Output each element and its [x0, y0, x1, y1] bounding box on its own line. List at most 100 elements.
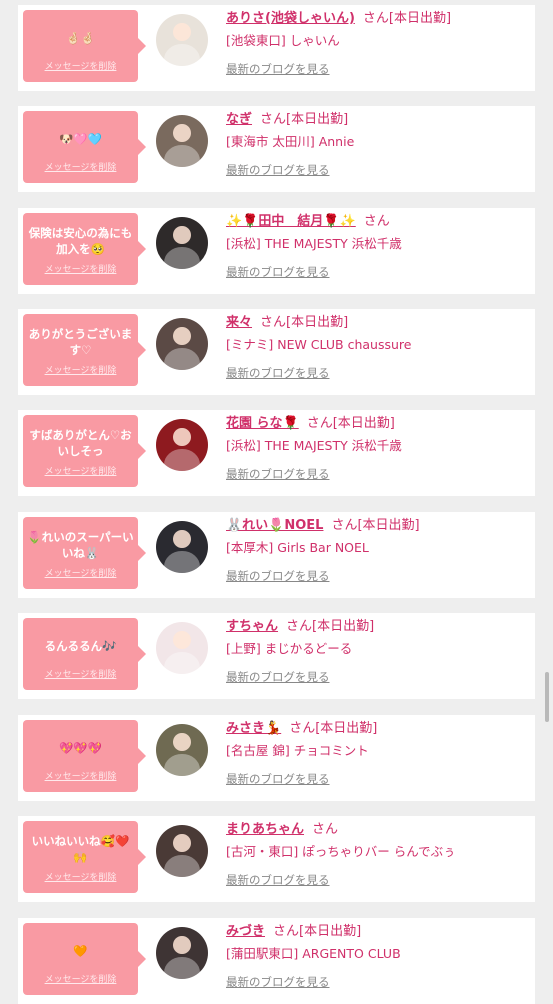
cast-name-link[interactable]: みさき💃	[226, 721, 281, 736]
name-line: ありさ(池袋しゃいん) さん[本日出勤]	[226, 10, 527, 28]
shop-name: [浜松] THE MAJESTY 浜松千歳	[226, 438, 402, 453]
latest-blog-link[interactable]: 最新のブログを見る	[226, 466, 330, 482]
message-text: 🧡	[73, 944, 88, 958]
favorite-card: 🌷れいのスーパーいいね🐰 メッセージを削除 🐰れい🌷NOEL さん[本日出勤] [本厚木…	[18, 512, 535, 598]
latest-blog-link[interactable]: 最新のブログを見る	[226, 61, 330, 77]
name-line: 🐰れい🌷NOEL さん[本日出勤]	[226, 517, 527, 535]
latest-blog-link[interactable]: 最新のブログを見る	[226, 264, 330, 280]
cast-info: ありさ(池袋しゃいん) さん[本日出勤] [池袋東口] しゃいん 最新のブログを見る	[226, 10, 527, 77]
message-bubble: 🤞🏻🤞🏻 メッセージを削除	[23, 10, 146, 82]
name-line: 来々 さん[本日出勤]	[226, 314, 527, 332]
latest-blog-link[interactable]: 最新のブログを見る	[226, 872, 330, 888]
favorite-card: ありがとうございます♡ メッセージを削除 来々 さん[本日出勤] [ミナミ] NEW C…	[18, 309, 535, 395]
avatar[interactable]	[156, 724, 208, 776]
honorific-status: さん[本日出勤]	[331, 518, 420, 533]
cast-name-link[interactable]: みづき	[226, 924, 265, 939]
cast-name-link[interactable]: まりあちゃん	[226, 822, 304, 837]
scrollbar-thumb[interactable]	[545, 672, 549, 722]
shop-name: [東海市 太田川] Annie	[226, 134, 355, 149]
cast-info: みさき💃 さん[本日出勤] [名古屋 錦] チョコミント 最新のブログを見る	[226, 720, 527, 787]
shop-name: [ミナミ] NEW CLUB chaussure	[226, 337, 412, 352]
favorite-card: 🐶🩷🩵 メッセージを削除 なぎ さん[本日出勤] [東海市 太田川] Annie 最新のブ…	[18, 106, 535, 192]
honorific-status: さん[本日出勤]	[286, 619, 375, 634]
shop-name: [名古屋 錦] チョコミント	[226, 743, 369, 758]
cast-info: ✨🌹田中 結月🌹✨ さん [浜松] THE MAJESTY 浜松千歳 最新のブログを見…	[226, 213, 527, 280]
delete-message-link[interactable]: メッセージを削除	[23, 160, 138, 173]
name-line: みさき💃 さん[本日出勤]	[226, 720, 527, 738]
cast-name-link[interactable]: 🐰れい🌷NOEL	[226, 518, 323, 533]
name-line: すちゃん さん[本日出勤]	[226, 618, 527, 636]
cast-name-link[interactable]: すちゃん	[226, 619, 278, 634]
delete-message-link[interactable]: メッセージを削除	[23, 363, 138, 376]
favorite-card: 保険は安心の為にも加入を🥺 メッセージを削除 ✨🌹田中 結月🌹✨ さん [浜松] THE…	[18, 208, 535, 294]
honorific-status: さん[本日出勤]	[362, 11, 452, 26]
avatar[interactable]	[156, 14, 208, 66]
shop-name: [蒲田駅東口] ARGENTO CLUB	[226, 946, 401, 961]
avatar[interactable]	[156, 115, 208, 167]
cast-name-link[interactable]: 花園 らな🌹	[226, 416, 299, 431]
honorific-status: さん[本日出勤]	[306, 416, 395, 431]
delete-message-link[interactable]: メッセージを削除	[23, 566, 138, 579]
cast-name-link[interactable]: ✨🌹田中 結月🌹✨	[226, 214, 356, 229]
shop-name: [上野] まじかるどーる	[226, 641, 353, 656]
name-line: まりあちゃん さん	[226, 821, 527, 839]
latest-blog-link[interactable]: 最新のブログを見る	[226, 771, 330, 787]
message-bubble: 保険は安心の為にも加入を🥺 メッセージを削除	[23, 213, 146, 285]
cast-info: 来々 さん[本日出勤] [ミナミ] NEW CLUB chaussure 最新のブログ…	[226, 314, 527, 381]
honorific-status: さん[本日出勤]	[273, 924, 362, 939]
favorite-card: 💖💖💖 メッセージを削除 みさき💃 さん[本日出勤] [名古屋 錦] チョコミント 最新の…	[18, 715, 535, 801]
message-text: すばありがとん♡おいしそっ	[29, 428, 132, 458]
latest-blog-link[interactable]: 最新のブログを見る	[226, 365, 330, 381]
delete-message-link[interactable]: メッセージを削除	[23, 59, 138, 72]
message-text: 💖💖💖	[59, 741, 102, 755]
honorific-status: さん	[312, 822, 339, 837]
delete-message-link[interactable]: メッセージを削除	[23, 262, 138, 275]
cast-name-link[interactable]: ありさ(池袋しゃいん)	[226, 11, 355, 26]
cast-info: まりあちゃん さん [古河・東口] ぽっちゃりバー らんでぶぅ 最新のブログを見る	[226, 821, 527, 888]
delete-message-link[interactable]: メッセージを削除	[23, 769, 138, 782]
favorite-card: いいねいいね🥰❤️🙌 メッセージを削除 まりあちゃん さん [古河・東口] ぽっちゃりバ…	[18, 816, 535, 902]
favorite-card: 🤞🏻🤞🏻 メッセージを削除 ありさ(池袋しゃいん) さん[本日出勤] [池袋東口] しゃ…	[18, 5, 535, 91]
cast-info: 花園 らな🌹 さん[本日出勤] [浜松] THE MAJESTY 浜松千歳 最新のブロ…	[226, 415, 527, 482]
avatar[interactable]	[156, 927, 208, 979]
latest-blog-link[interactable]: 最新のブログを見る	[226, 162, 330, 178]
shop-name: [本厚木] Girls Bar NOEL	[226, 540, 369, 555]
name-line: なぎ さん[本日出勤]	[226, 111, 527, 129]
message-text: 🐶🩷🩵	[59, 132, 102, 146]
favorites-list: 🤞🏻🤞🏻 メッセージを削除 ありさ(池袋しゃいん) さん[本日出勤] [池袋東口] しゃ…	[0, 0, 553, 1004]
honorific-status: さん[本日出勤]	[260, 112, 349, 127]
latest-blog-link[interactable]: 最新のブログを見る	[226, 669, 330, 685]
message-text: 🌷れいのスーパーいいね🐰	[27, 530, 134, 560]
name-line: 花園 らな🌹 さん[本日出勤]	[226, 415, 527, 433]
message-bubble: いいねいいね🥰❤️🙌 メッセージを削除	[23, 821, 146, 893]
message-bubble: 💖💖💖 メッセージを削除	[23, 720, 146, 792]
avatar[interactable]	[156, 318, 208, 370]
cast-name-link[interactable]: なぎ	[226, 112, 252, 127]
cast-info: 🐰れい🌷NOEL さん[本日出勤] [本厚木] Girls Bar NOEL 最新のブ…	[226, 517, 527, 584]
delete-message-link[interactable]: メッセージを削除	[23, 972, 138, 985]
honorific-status: さん[本日出勤]	[289, 721, 378, 736]
delete-message-link[interactable]: メッセージを削除	[23, 464, 138, 477]
message-text: いいねいいね🥰❤️🙌	[31, 834, 130, 864]
honorific-status: さん[本日出勤]	[260, 315, 349, 330]
avatar[interactable]	[156, 419, 208, 471]
message-bubble: 🧡 メッセージを削除	[23, 923, 146, 995]
avatar[interactable]	[156, 521, 208, 573]
shop-name: [池袋東口] しゃいん	[226, 33, 340, 48]
message-text: 🤞🏻🤞🏻	[66, 31, 95, 45]
cast-info: なぎ さん[本日出勤] [東海市 太田川] Annie 最新のブログを見る	[226, 111, 527, 178]
avatar[interactable]	[156, 622, 208, 674]
delete-message-link[interactable]: メッセージを削除	[23, 870, 138, 883]
shop-name: [浜松] THE MAJESTY 浜松千歳	[226, 236, 402, 251]
cast-info: みづき さん[本日出勤] [蒲田駅東口] ARGENTO CLUB 最新のブログを見る	[226, 923, 527, 990]
delete-message-link[interactable]: メッセージを削除	[23, 667, 138, 680]
avatar[interactable]	[156, 217, 208, 269]
message-bubble: るんるるん🎶 メッセージを削除	[23, 618, 146, 690]
favorite-card: すばありがとん♡おいしそっメッセージを削除 花園 らな🌹 さん[本日出勤] [浜松] …	[18, 410, 535, 496]
message-text: ありがとうございます♡	[28, 327, 133, 357]
latest-blog-link[interactable]: 最新のブログを見る	[226, 974, 330, 990]
cast-name-link[interactable]: 来々	[226, 315, 252, 330]
avatar[interactable]	[156, 825, 208, 877]
latest-blog-link[interactable]: 最新のブログを見る	[226, 568, 330, 584]
honorific-status: さん	[363, 214, 390, 229]
